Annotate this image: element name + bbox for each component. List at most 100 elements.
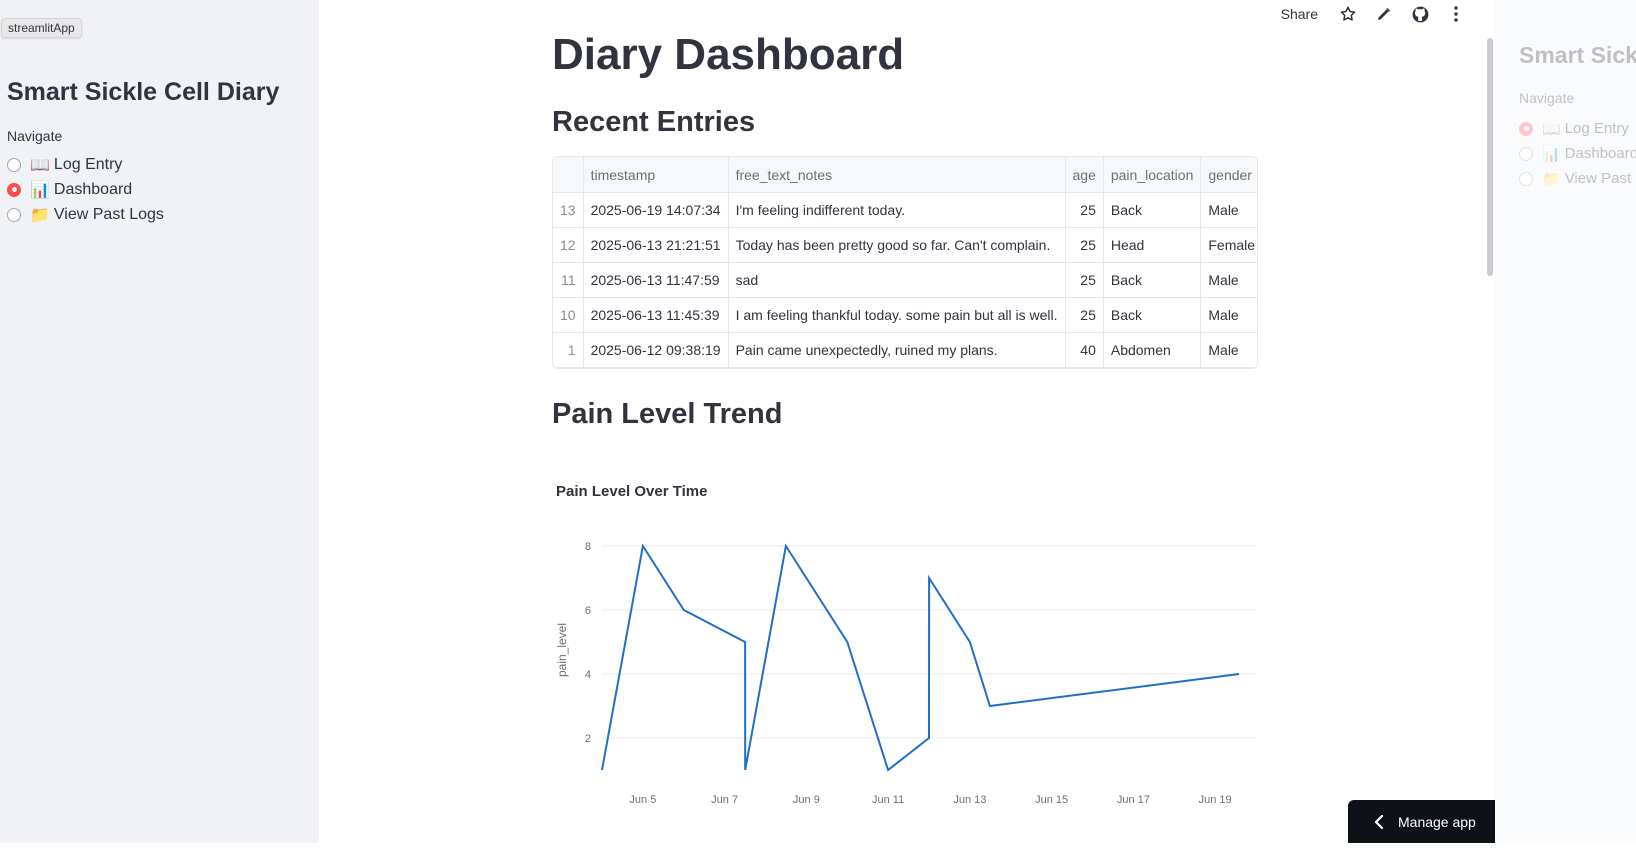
book-icon: 📖 <box>1542 120 1561 138</box>
cell-age[interactable]: 40 <box>1065 332 1104 368</box>
recent-entries-table[interactable]: timestamp free_text_notes age pain_locat… <box>552 156 1258 369</box>
y-tick-label: 2 <box>585 733 591 745</box>
x-tick-label: Jun 17 <box>1117 794 1150 806</box>
x-tick-label: Jun 15 <box>1035 794 1068 806</box>
column-header-gender[interactable]: gender <box>1200 157 1257 193</box>
ghost-nav-item-label: View Past Logs <box>1564 170 1636 187</box>
column-header-index[interactable] <box>553 157 584 193</box>
bar-chart-icon: 📊 <box>30 181 50 199</box>
y-axis-label: pain_level <box>555 623 569 677</box>
manage-app-label: Manage app <box>1398 813 1476 830</box>
cell-timestamp[interactable]: 2025-06-13 11:47:59 <box>583 262 729 298</box>
y-tick-label: 4 <box>585 669 591 681</box>
manage-app-button[interactable]: Manage app <box>1348 800 1495 843</box>
cell-notes[interactable]: I'm feeling indifferent today. <box>728 192 1066 228</box>
nav-item-label: Dashboard <box>53 180 133 198</box>
row-index: 1 <box>553 332 584 368</box>
x-tick-label: Jun 9 <box>793 794 820 806</box>
more-vertical-icon[interactable] <box>1446 4 1466 24</box>
pencil-icon[interactable] <box>1374 4 1394 24</box>
page-title: Diary Dashboard <box>552 30 905 79</box>
app-tooltip: streamlitApp <box>1 18 82 38</box>
radio-button-selected-icon[interactable] <box>7 182 21 197</box>
bottom-strip <box>0 843 1636 862</box>
github-icon[interactable] <box>1410 4 1430 24</box>
column-header-pain-location[interactable]: pain_location <box>1103 157 1202 193</box>
cell-timestamp[interactable]: 2025-06-19 14:07:34 <box>583 192 729 228</box>
main-scrollbar[interactable] <box>1487 38 1493 276</box>
column-header-notes[interactable]: free_text_notes <box>728 157 1066 193</box>
x-tick-label: Jun 5 <box>629 794 656 806</box>
cell-notes[interactable]: Pain came unexpectedly, ruined my plans. <box>728 332 1066 368</box>
row-index: 11 <box>553 262 584 298</box>
ghost-nav-item-label: Dashboard <box>1564 145 1636 162</box>
nav-item-log-entry[interactable]: 📖 Log Entry <box>7 152 164 177</box>
share-button[interactable]: Share <box>1281 6 1318 22</box>
cell-age[interactable]: 25 <box>1065 262 1104 298</box>
table-row[interactable]: 1 2025-06-12 09:38:19 Pain came unexpect… <box>553 332 1257 368</box>
cell-age[interactable]: 25 <box>1065 227 1104 263</box>
ghost-nav-item: 📊 Dashboard <box>1519 141 1636 166</box>
cell-timestamp[interactable]: 2025-06-12 09:38:19 <box>583 332 729 368</box>
cell-gender[interactable]: Male <box>1200 297 1257 333</box>
radio-button-selected-icon <box>1519 121 1533 136</box>
x-tick-label: Jun 11 <box>872 794 904 806</box>
chart-canvas: 2 4 6 8 Jun 5 Jun 7 Jun 9 Jun 11 Jun 13 Jun 15 Jun… <box>555 541 1256 806</box>
table-row[interactable]: 10 2025-06-13 11:45:39 I am feeling than… <box>553 297 1257 333</box>
cell-pain-location[interactable]: Back <box>1103 192 1202 228</box>
cell-timestamp[interactable]: 2025-06-13 11:45:39 <box>583 297 729 333</box>
x-tick-label: Jun 13 <box>953 794 986 806</box>
column-header-timestamp[interactable]: timestamp <box>583 157 729 193</box>
ghost-nav-item: 📖 Log Entry <box>1519 116 1636 141</box>
table-row[interactable]: 13 2025-06-19 14:07:34 I'm feeling indif… <box>553 192 1257 228</box>
cell-pain-location[interactable]: Back <box>1103 262 1202 298</box>
pain-trend-heading: Pain Level Trend <box>552 398 783 430</box>
table-row[interactable]: 11 2025-06-13 11:47:59 sad 25 Back Male <box>553 262 1257 298</box>
cell-gender[interactable]: Male <box>1200 192 1257 228</box>
y-tick-label: 6 <box>585 605 591 617</box>
star-icon[interactable] <box>1338 4 1358 24</box>
cell-pain-location[interactable]: Back <box>1103 297 1202 333</box>
nav-radio-group: 📖 Log Entry 📊 Dashboard 📁 View Past Logs <box>7 152 164 227</box>
ghost-sidebar-overlay: Smart Sickle Cell Diary Navigate 📖 Log E… <box>1495 0 1636 843</box>
radio-button-icon <box>1519 171 1533 186</box>
cell-age[interactable]: 25 <box>1065 192 1104 228</box>
cell-pain-location[interactable]: Abdomen <box>1103 332 1202 368</box>
pain-level-chart[interactable]: Pain Level Over Time 2 4 6 8 Jun 5 Jun 7 Jun 9… <box>552 470 1256 850</box>
table-row[interactable]: 12 2025-06-13 21:21:51 Today has been pr… <box>553 227 1257 263</box>
table-header-row: timestamp free_text_notes age pain_locat… <box>553 157 1257 193</box>
row-index: 13 <box>553 192 584 228</box>
cell-timestamp[interactable]: 2025-06-13 21:21:51 <box>583 227 729 263</box>
ghost-nav-radio-group: 📖 Log Entry 📊 Dashboard 📁 View Past Logs <box>1519 116 1636 191</box>
nav-item-dashboard[interactable]: 📊 Dashboard <box>7 177 164 202</box>
ghost-nav-label: Navigate <box>1519 90 1575 106</box>
nav-item-label: View Past Logs <box>53 205 164 223</box>
nav-item-label: Log Entry <box>53 155 123 173</box>
cell-age[interactable]: 25 <box>1065 297 1104 333</box>
cell-gender[interactable]: Male <box>1200 262 1257 298</box>
cell-notes[interactable]: Today has been pretty good so far. Can't… <box>728 227 1066 263</box>
nav-label: Navigate <box>7 128 63 144</box>
y-tick-label: 8 <box>585 541 591 553</box>
cell-notes[interactable]: I am feeling thankful today. some pain b… <box>728 297 1066 333</box>
radio-button-icon[interactable] <box>7 207 21 222</box>
cell-gender[interactable]: Female <box>1200 227 1257 263</box>
ghost-nav-item-label: Log Entry <box>1564 120 1629 137</box>
bar-chart-icon: 📊 <box>1542 145 1561 163</box>
x-tick-label: Jun 19 <box>1199 794 1232 806</box>
ghost-sidebar-title: Smart Sickle Cell Diary <box>1519 42 1636 68</box>
cell-pain-location[interactable]: Head <box>1103 227 1202 263</box>
row-index: 10 <box>553 297 584 333</box>
nav-item-view-past-logs[interactable]: 📁 View Past Logs <box>7 202 164 227</box>
radio-button-icon[interactable] <box>7 157 21 172</box>
book-icon: 📖 <box>30 156 50 174</box>
recent-entries-heading: Recent Entries <box>552 106 756 138</box>
row-index: 12 <box>553 227 584 263</box>
column-header-age[interactable]: age <box>1065 157 1104 193</box>
app-toolbar: Share <box>1281 4 1466 24</box>
radio-button-icon <box>1519 146 1533 161</box>
cell-notes[interactable]: sad <box>728 262 1066 298</box>
cell-gender[interactable]: Male <box>1200 332 1257 368</box>
folder-icon: 📁 <box>30 206 50 224</box>
chevron-left-icon <box>1374 814 1384 829</box>
